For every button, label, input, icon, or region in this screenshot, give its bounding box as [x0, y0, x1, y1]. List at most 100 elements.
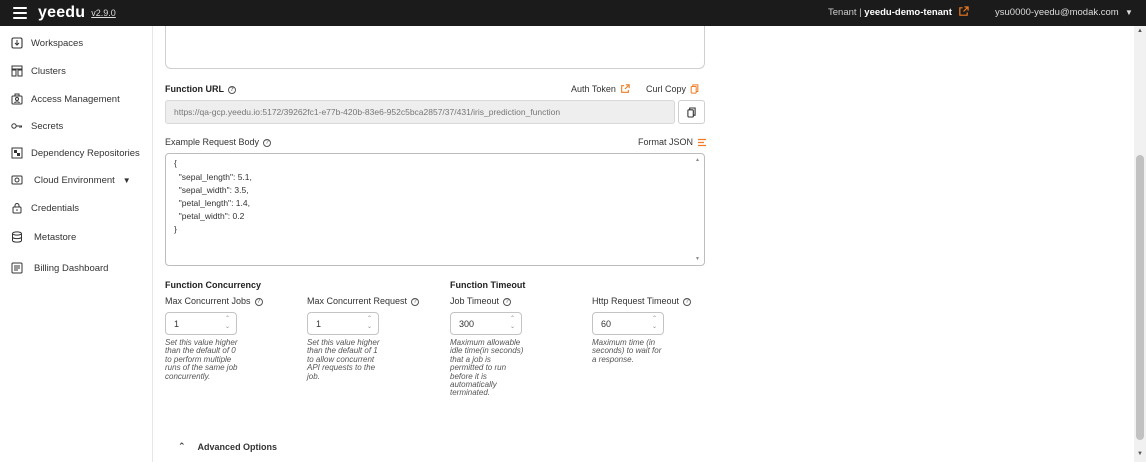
code-line: "sepal_length": 5.1,: [174, 172, 252, 182]
help-icon[interactable]: ?: [683, 297, 692, 306]
editor-scroll-up-icon[interactable]: ▲: [695, 157, 700, 163]
tenant-name[interactable]: yeedu-demo-tenant: [864, 7, 952, 18]
advanced-options-toggle[interactable]: ⌃ Advanced Options: [178, 441, 277, 452]
editor-scroll-down-icon[interactable]: ▼: [695, 256, 700, 262]
code-line: }: [174, 224, 177, 234]
stepper-value: 1: [316, 319, 322, 329]
help-icon[interactable]: ?: [503, 297, 512, 306]
job-timeout-stepper[interactable]: 300 ⌃ ⌄: [450, 312, 522, 335]
sidebar-item-dependency-repositories[interactable]: Dependency Repositories: [11, 147, 140, 159]
http-request-timeout-label: Http Request Timeout?: [592, 296, 692, 306]
sidebar-item-label: Workspaces: [31, 37, 84, 49]
copy-url-button[interactable]: [678, 100, 705, 124]
help-icon[interactable]: ?: [228, 85, 236, 94]
page-scrollbar-thumb[interactable]: [1136, 155, 1144, 440]
stepper-arrows-icon[interactable]: ⌃ ⌄: [367, 315, 372, 331]
help-icon[interactable]: ?: [411, 297, 420, 306]
sidebar-item-label: Dependency Repositories: [31, 147, 140, 159]
auth-token-label: Auth Token: [571, 84, 616, 94]
request-body-label: Example Request Body?: [165, 137, 272, 147]
job-timeout-hint: Maximum allowable idle time(in seconds) …: [450, 338, 524, 398]
sidebar-item-cloud-environment[interactable]: Cloud Environment ▼: [11, 174, 131, 186]
previous-section-box: [165, 26, 705, 69]
copy-icon: [690, 84, 699, 94]
code-line: {: [174, 158, 177, 168]
request-body-editor[interactable]: { "sepal_length": 5.1, "sepal_width": 3.…: [165, 153, 705, 266]
max-concurrent-request-hint: Set this value higher than the default o…: [307, 338, 380, 381]
scroll-up-icon[interactable]: ▲: [1137, 28, 1143, 34]
stepper-arrows-icon[interactable]: ⌃ ⌄: [225, 315, 230, 331]
workspace-icon: [11, 37, 23, 49]
function-concurrency-title: Function Concurrency: [165, 280, 262, 290]
curl-copy-label: Curl Copy: [646, 84, 687, 94]
max-concurrent-jobs-label: Max Concurrent Jobs?: [165, 296, 263, 306]
max-concurrent-jobs-stepper[interactable]: 1 ⌃ ⌄: [165, 312, 237, 335]
lock-icon: [11, 202, 23, 214]
stepper-arrows-icon[interactable]: ⌃ ⌄: [510, 315, 515, 331]
repository-icon: [11, 147, 23, 159]
max-concurrent-request-label: Max Concurrent Request?: [307, 296, 420, 306]
sidebar-item-access-management[interactable]: Access Management: [11, 93, 120, 105]
user-account-menu[interactable]: ysu0000-yeedu@modak.com: [995, 7, 1119, 18]
code-line: "sepal_width": 3.5,: [174, 185, 249, 195]
stepper-value: 60: [601, 319, 612, 329]
sidebar-item-label: Credentials: [31, 202, 80, 214]
scroll-down-icon[interactable]: ▼: [1137, 451, 1143, 457]
hamburger-menu-icon[interactable]: [13, 7, 27, 19]
top-navigation-bar: yeedu v2.9.0: [0, 0, 1146, 26]
cloud-environment-icon: [11, 174, 23, 186]
function-url-label: Function URL?: [165, 84, 236, 94]
sidebar-item-label: Cloud Environment: [34, 174, 115, 186]
job-timeout-label: Job Timeout?: [450, 296, 512, 306]
caret-down-icon[interactable]: ▼: [123, 176, 131, 185]
chevron-down-icon[interactable]: ▼: [1125, 8, 1133, 17]
code-line: "petal_length": 1.4,: [174, 198, 250, 208]
sidebar-item-workspaces[interactable]: Workspaces: [11, 37, 83, 49]
sidebar-item-label: Secrets: [31, 120, 64, 132]
http-request-timeout-stepper[interactable]: 60 ⌃ ⌄: [592, 312, 664, 335]
help-icon[interactable]: ?: [254, 297, 263, 306]
version-link[interactable]: v2.9.0: [91, 8, 116, 18]
format-json-button[interactable]: Format JSON: [638, 137, 707, 147]
copy-icon: [687, 106, 696, 118]
max-concurrent-request-stepper[interactable]: 1 ⌃ ⌄: [307, 312, 379, 335]
stepper-value: 300: [459, 319, 475, 329]
sidebar: Workspaces Clusters Access Management Se…: [0, 26, 153, 462]
key-icon: [11, 120, 23, 132]
format-json-label: Format JSON: [638, 137, 694, 147]
sidebar-item-metastore[interactable]: Metastore: [11, 231, 76, 243]
job-timeout-label-text: Job Timeout: [450, 296, 500, 306]
max-concurrent-jobs-label-text: Max Concurrent Jobs: [165, 296, 251, 306]
max-concurrent-request-label-text: Max Concurrent Request: [307, 296, 408, 306]
sidebar-item-clusters[interactable]: Clusters: [11, 65, 66, 77]
external-link-icon: [621, 84, 630, 93]
sidebar-item-label: Access Management: [31, 93, 120, 105]
sidebar-item-secrets[interactable]: Secrets: [11, 120, 63, 132]
function-url-field[interactable]: https://qa-gcp.yeedu.io:5172/39262fc1-e7…: [165, 100, 675, 124]
stepper-arrows-icon[interactable]: ⌃ ⌄: [652, 315, 657, 331]
sidebar-item-label: Metastore: [34, 231, 77, 243]
auth-token-link[interactable]: Auth Token: [571, 84, 630, 94]
code-line: "petal_width": 0.2: [174, 211, 245, 221]
advanced-options-label: Advanced Options: [197, 441, 278, 452]
access-management-icon: [11, 93, 23, 105]
format-lines-icon: [698, 138, 707, 146]
database-icon: [11, 231, 23, 243]
max-concurrent-jobs-hint: Set this value higher than the default o…: [165, 338, 238, 381]
function-url-label-text: Function URL: [165, 84, 224, 94]
function-timeout-title: Function Timeout: [450, 280, 526, 290]
sidebar-item-label: Billing Dashboard: [34, 262, 109, 274]
clusters-icon: [11, 65, 23, 77]
curl-copy-button[interactable]: Curl Copy: [646, 84, 699, 94]
help-icon[interactable]: ?: [263, 138, 272, 147]
http-request-timeout-hint: Maximum time (in seconds) to wait for a …: [592, 338, 662, 364]
sidebar-item-billing-dashboard[interactable]: Billing Dashboard: [11, 262, 108, 274]
sidebar-item-label: Clusters: [31, 65, 66, 77]
tenant-indicator: Tenant | yeedu-demo-tenant: [828, 7, 952, 18]
chevron-up-icon: ⌃: [178, 441, 186, 451]
sidebar-item-credentials[interactable]: Credentials: [11, 202, 79, 214]
brand-logo[interactable]: yeedu: [38, 4, 85, 22]
http-request-timeout-label-text: Http Request Timeout: [592, 296, 680, 306]
stepper-value: 1: [174, 319, 180, 329]
external-link-icon[interactable]: [958, 6, 969, 17]
